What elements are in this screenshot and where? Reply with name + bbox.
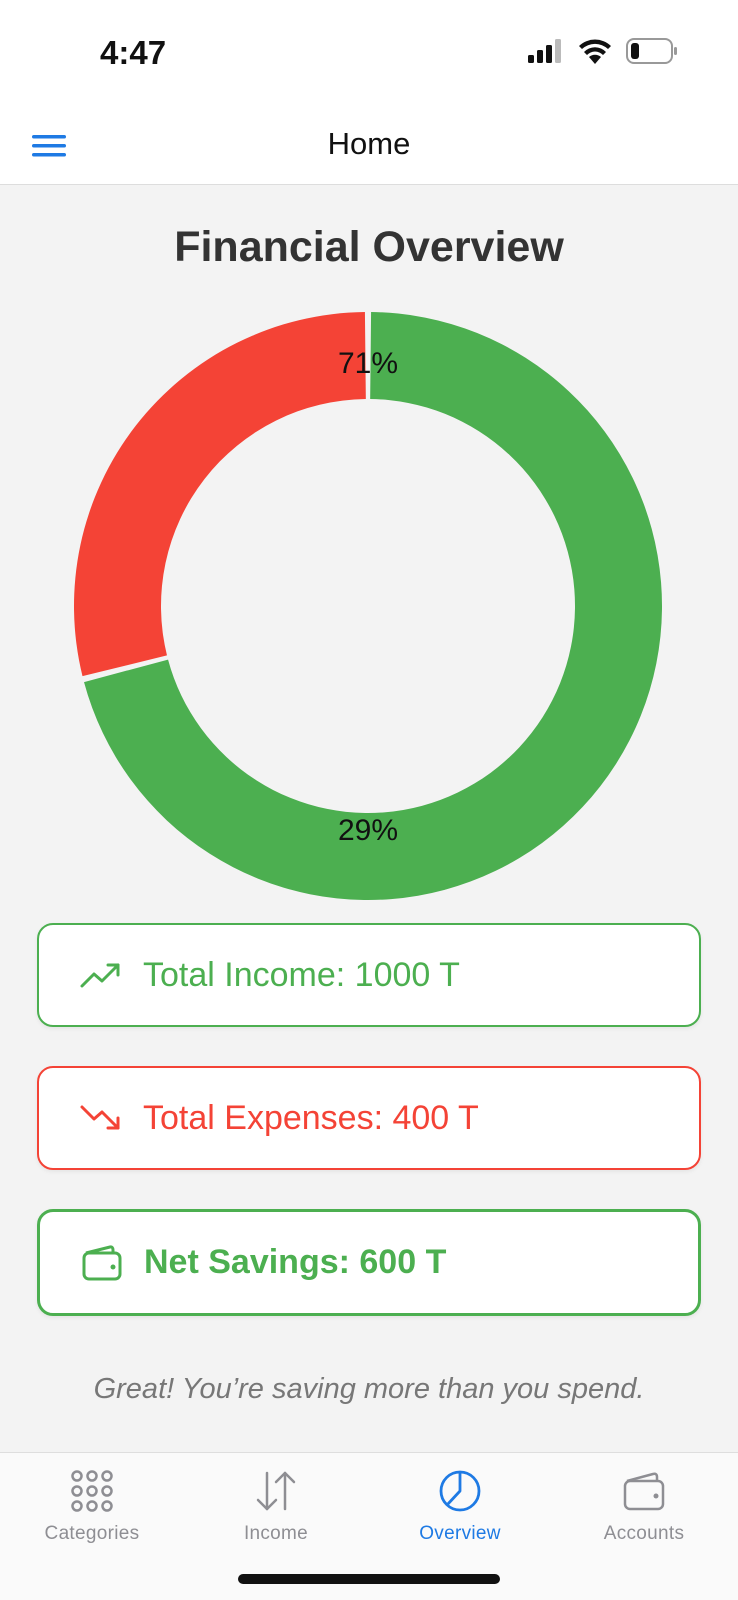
tab-overview[interactable]: Overview [368,1453,552,1573]
home-indicator [238,1574,500,1584]
battery-icon [626,38,677,64]
wallet-icon [82,1244,122,1280]
donut-slice-1 [74,312,366,677]
arrows-up-down-icon [256,1471,296,1511]
pie-chart-icon [439,1470,481,1512]
tab-accounts[interactable]: Accounts [552,1453,736,1573]
trending-down-icon [80,1105,120,1130]
total-expenses-card: Total Expenses: 400 T [37,1066,701,1170]
nav-title: Home [327,126,411,161]
donut-chart-svg: 71% 29% [74,312,662,900]
nav-bar: Home [0,108,738,185]
tab-label-overview: Overview [419,1523,501,1544]
donut-label-0: 71% [338,347,398,380]
total-expenses-text: Total Expenses: 400 T [143,1098,479,1137]
net-savings-text: Net Savings: 600 T [144,1243,447,1281]
tab-income[interactable]: Income [184,1453,368,1573]
status-bar: 4:47 [0,0,738,108]
tab-categories[interactable]: Categories [0,1453,184,1573]
total-income-card: Total Income: 1000 T [37,923,701,1027]
wifi-icon [579,39,611,64]
savings-message: Great! You’re saving more than you spend… [93,1373,645,1405]
tab-label-accounts: Accounts [603,1523,685,1544]
tab-label-income: Income [243,1523,309,1544]
total-income-text: Total Income: 1000 T [143,955,460,994]
net-savings-card: Net Savings: 600 T [37,1209,701,1316]
grid-icon [71,1470,113,1512]
wallet-icon [623,1472,665,1511]
trending-up-icon [80,963,120,988]
tab-label-categories: Categories [44,1523,140,1544]
donut-label-1: 29% [338,814,398,847]
status-time: 4:47 [100,34,167,71]
page-title: Financial Overview [174,223,564,271]
signal-icon [528,39,561,63]
status-icons [528,38,678,64]
donut-chart: 71% 29% [72,310,664,902]
